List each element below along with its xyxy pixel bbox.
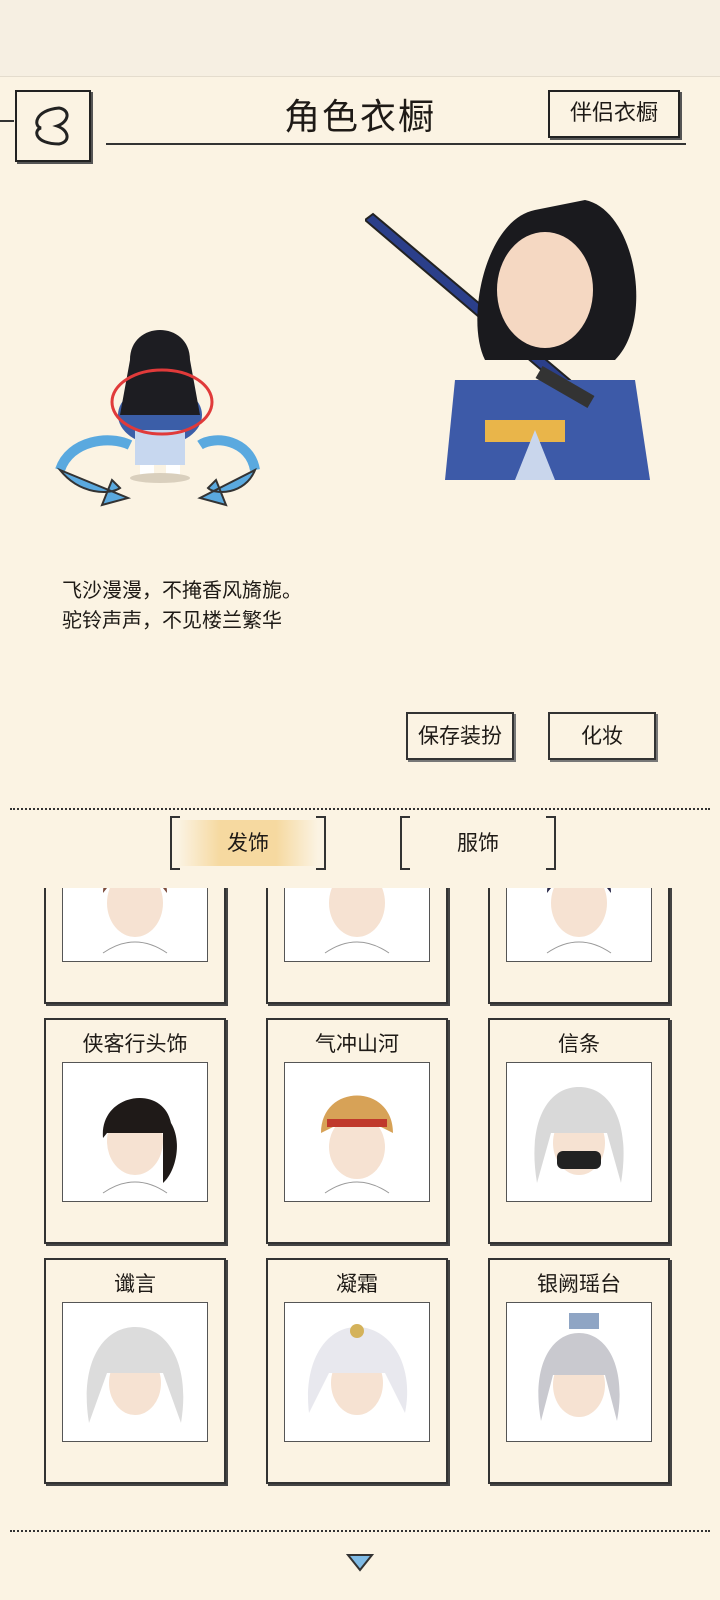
item-name: 信条 — [558, 1032, 600, 1056]
chibi-character — [118, 330, 202, 483]
tab-label: 服饰 — [457, 831, 499, 855]
rotate-left-icon[interactable] — [55, 435, 133, 507]
item-card[interactable] — [44, 888, 226, 1004]
page-title: 角色衣橱 — [283, 97, 436, 138]
flavor-line-1: 飞沙漫漫，不掩香风旖旎。 — [62, 578, 302, 602]
item-grid[interactable]: 侠客行头饰 气冲山河 信条 谶言 凝霜 银阙瑶台 — [0, 888, 720, 1526]
bracket-right — [546, 816, 556, 870]
bracket-left — [170, 816, 180, 870]
item-card[interactable]: 信条 — [488, 1018, 670, 1244]
chevron-down-icon[interactable] — [346, 1552, 374, 1572]
flavor-line-2: 驼铃声声，不见楼兰繁华 — [62, 608, 282, 632]
section-divider-bottom — [10, 1530, 710, 1532]
tab-hair-accessories[interactable]: 发饰 — [170, 816, 326, 870]
save-outfit-button[interactable]: 保存装扮 — [406, 712, 514, 760]
back-icon — [35, 106, 69, 146]
item-name: 谶言 — [114, 1272, 156, 1296]
flavor-text: 飞沙漫漫，不掩香风旖旎。 驼铃声声，不见楼兰繁华 — [62, 575, 302, 635]
item-thumbnail — [284, 1062, 430, 1202]
header-divider-left — [0, 120, 14, 122]
item-thumbnail — [284, 1302, 430, 1442]
item-card[interactable]: 谶言 — [44, 1258, 226, 1484]
back-button[interactable] — [15, 90, 91, 162]
tab-label: 发饰 — [227, 831, 269, 855]
status-strip — [0, 0, 720, 77]
item-card[interactable]: 凝霜 — [266, 1258, 448, 1484]
item-name: 银阙瑶台 — [537, 1272, 621, 1296]
item-card[interactable]: 气冲山河 — [266, 1018, 448, 1244]
item-thumbnail — [506, 1062, 652, 1202]
section-divider-top — [10, 808, 710, 810]
item-card[interactable] — [266, 888, 448, 1004]
item-card[interactable]: 银阙瑶台 — [488, 1258, 670, 1484]
header-divider — [106, 143, 686, 145]
item-card[interactable] — [488, 888, 670, 1004]
bracket-right — [316, 816, 326, 870]
bracket-left — [400, 816, 410, 870]
makeup-button[interactable]: 化妆 — [548, 712, 656, 760]
character-portrait — [363, 180, 675, 500]
item-thumbnail — [506, 1302, 652, 1442]
item-thumbnail — [284, 888, 430, 962]
rotate-right-icon[interactable] — [197, 435, 260, 507]
item-name: 凝霜 — [336, 1272, 378, 1296]
companion-wardrobe-button[interactable]: 伴侣衣橱 — [548, 90, 680, 138]
item-thumbnail — [506, 888, 652, 962]
item-thumbnail — [62, 888, 208, 962]
item-name: 侠客行头饰 — [82, 1032, 188, 1056]
tab-clothing[interactable]: 服饰 — [400, 816, 556, 870]
item-card[interactable]: 侠客行头饰 — [44, 1018, 226, 1244]
character-preview[interactable] — [50, 320, 270, 520]
item-name: 气冲山河 — [315, 1032, 399, 1056]
item-thumbnail — [62, 1302, 208, 1442]
item-thumbnail — [62, 1062, 208, 1202]
